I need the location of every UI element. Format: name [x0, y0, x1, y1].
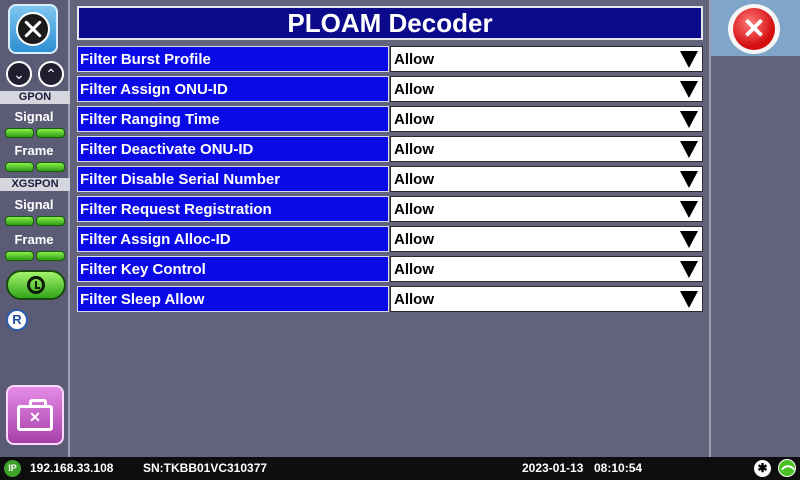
dropdown-arrow-icon: [680, 170, 698, 188]
filter-row: Filter Disable Serial Number Allow: [77, 166, 703, 192]
xgspon-frame-label: Frame: [14, 232, 54, 247]
status-bar: IP 192.168.33.108 SN:TKBB01VC310377 2023…: [0, 457, 800, 480]
xgspon-frame-led: [5, 251, 65, 261]
dropdown-arrow-icon: [680, 230, 698, 248]
wifi-icon: [778, 459, 796, 477]
filter-select[interactable]: Allow: [390, 286, 703, 312]
filter-label: Filter Sleep Allow: [77, 286, 389, 312]
ip-address: 192.168.33.108: [30, 461, 114, 475]
filter-row: Filter Assign Alloc-ID Allow: [77, 226, 703, 252]
filter-label: Filter Assign ONU-ID: [77, 76, 389, 102]
serial-number: SN:TKBB01VC310377: [143, 461, 268, 475]
history-icon: [27, 276, 45, 294]
filter-label: Filter Ranging Time: [77, 106, 389, 132]
xgspon-signal-label: Signal: [14, 197, 54, 212]
dropdown-arrow-icon: [680, 50, 698, 68]
filter-label: Filter Burst Profile: [77, 46, 389, 72]
filter-select[interactable]: Allow: [390, 256, 703, 282]
dropdown-arrow-icon: [680, 140, 698, 158]
close-button[interactable]: ✕: [728, 4, 780, 54]
chevron-up-icon: ⌃: [45, 65, 57, 82]
filter-label: Filter Request Registration: [77, 196, 389, 222]
xgspon-signal-led: [5, 216, 65, 226]
gpon-frame-label: Frame: [14, 143, 54, 158]
gpon-section-label: GPON: [0, 91, 70, 104]
scroll-up-button[interactable]: ⌃: [38, 61, 64, 87]
filter-label: Filter Key Control: [77, 256, 389, 282]
filter-select[interactable]: Allow: [390, 196, 703, 222]
page-title: PLOAM Decoder: [77, 6, 703, 40]
filter-select[interactable]: Allow: [390, 136, 703, 162]
filter-value: Allow: [394, 200, 434, 218]
filter-value: Allow: [394, 110, 434, 128]
filter-value: Allow: [394, 230, 434, 248]
filter-row: Filter Request Registration Allow: [77, 196, 703, 222]
filter-value: Allow: [394, 170, 434, 188]
bluetooth-icon: ✱: [754, 460, 771, 477]
home-button[interactable]: [8, 4, 58, 54]
home-icon: [16, 12, 50, 46]
filter-row: Filter Assign ONU-ID Allow: [77, 76, 703, 102]
history-button[interactable]: [6, 270, 66, 300]
filter-select[interactable]: Allow: [390, 166, 703, 192]
filter-row: Filter Ranging Time Allow: [77, 106, 703, 132]
filter-select[interactable]: Allow: [390, 76, 703, 102]
toolbox-icon: [17, 399, 53, 431]
filter-row: Filter Key Control Allow: [77, 256, 703, 282]
close-icon: ✕: [733, 8, 775, 50]
filter-label: Filter Assign Alloc-ID: [77, 226, 389, 252]
filter-select[interactable]: Allow: [390, 46, 703, 72]
remote-badge: R: [6, 309, 28, 331]
filter-row: Filter Burst Profile Allow: [77, 46, 703, 72]
right-panel: [709, 0, 800, 457]
gpon-signal-label: Signal: [14, 109, 54, 124]
scroll-down-button[interactable]: ⌄: [6, 61, 32, 87]
filter-value: Allow: [394, 290, 434, 308]
gpon-signal-led: [5, 128, 65, 138]
status-date: 2023-01-13: [522, 461, 584, 475]
filter-list: Filter Burst Profile Allow Filter Assign…: [77, 46, 703, 316]
filter-value: Allow: [394, 140, 434, 158]
filter-select[interactable]: Allow: [390, 106, 703, 132]
chevron-down-icon: ⌄: [13, 65, 25, 82]
gpon-frame-led: [5, 162, 65, 172]
dropdown-arrow-icon: [680, 80, 698, 98]
left-sidebar: ⌄ ⌃ GPON Signal Frame XGSPON Signal Fram…: [0, 0, 70, 457]
filter-value: Allow: [394, 50, 434, 68]
filter-select[interactable]: Allow: [390, 226, 703, 252]
filter-value: Allow: [394, 260, 434, 278]
tools-button[interactable]: [6, 385, 64, 445]
dropdown-arrow-icon: [680, 260, 698, 278]
filter-label: Filter Deactivate ONU-ID: [77, 136, 389, 162]
status-time: 08:10:54: [594, 461, 643, 475]
filter-value: Allow: [394, 80, 434, 98]
dropdown-arrow-icon: [680, 110, 698, 128]
xgspon-section-label: XGSPON: [0, 178, 70, 191]
dropdown-arrow-icon: [680, 290, 698, 308]
dropdown-arrow-icon: [680, 200, 698, 218]
ip-icon: IP: [4, 460, 21, 477]
filter-row: Filter Deactivate ONU-ID Allow: [77, 136, 703, 162]
filter-row: Filter Sleep Allow Allow: [77, 286, 703, 312]
filter-label: Filter Disable Serial Number: [77, 166, 389, 192]
